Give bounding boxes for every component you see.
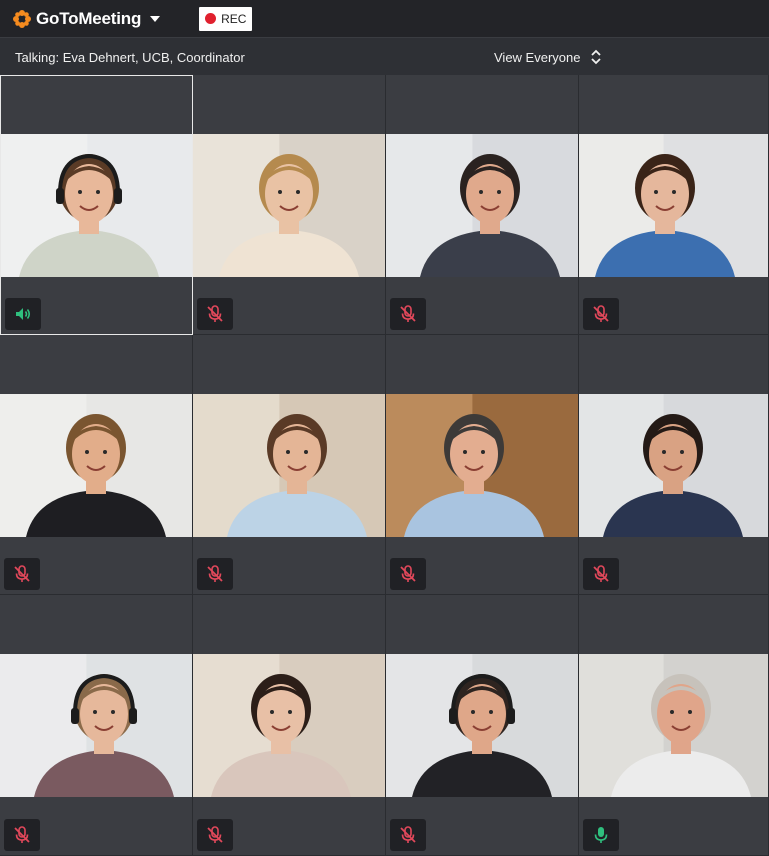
participant-video xyxy=(579,394,768,537)
mic-muted-indicator[interactable] xyxy=(197,558,233,590)
participant-video xyxy=(386,654,578,797)
participant-tile[interactable] xyxy=(193,75,386,335)
rec-label: REC xyxy=(221,11,247,26)
participant-video xyxy=(386,394,578,537)
mic-muted-indicator[interactable] xyxy=(390,298,426,330)
microphone-muted-icon xyxy=(14,565,30,582)
participant-video xyxy=(193,394,385,537)
microphone-muted-icon xyxy=(400,826,416,843)
microphone-muted-icon xyxy=(14,826,30,843)
participant-tile[interactable] xyxy=(386,595,579,856)
microphone-muted-icon xyxy=(400,565,416,582)
participant-tile[interactable] xyxy=(0,75,193,335)
talking-indicator: Talking: Eva Dehnert, UCB, Coordinator xyxy=(15,49,245,65)
microphone-muted-icon xyxy=(207,826,223,843)
view-selector[interactable]: View Everyone xyxy=(494,38,602,76)
microphone-muted-icon xyxy=(593,565,609,582)
participant-video xyxy=(193,134,385,277)
participant-silhouette xyxy=(579,134,735,277)
gotomeeting-logo-icon xyxy=(13,9,31,28)
microphone-muted-icon xyxy=(207,565,223,582)
participant-silhouette xyxy=(386,654,552,797)
participant-grid xyxy=(0,75,769,856)
participant-silhouette xyxy=(386,394,544,537)
mic-muted-indicator[interactable] xyxy=(4,558,40,590)
participant-tile[interactable] xyxy=(386,335,579,595)
app-title: GoToMeeting xyxy=(36,8,142,28)
participant-video xyxy=(193,654,385,797)
participant-tile[interactable] xyxy=(579,335,769,595)
view-label: View Everyone xyxy=(494,49,581,65)
participant-video xyxy=(1,134,192,277)
mic-muted-indicator[interactable] xyxy=(390,819,426,851)
participant-tile[interactable] xyxy=(386,75,579,335)
participant-tile[interactable] xyxy=(193,335,386,595)
record-dot-icon xyxy=(205,13,217,24)
participant-tile[interactable] xyxy=(579,75,769,335)
participant-silhouette xyxy=(0,394,166,537)
participant-tile[interactable] xyxy=(579,595,769,856)
participant-tile[interactable] xyxy=(0,595,193,856)
participant-video xyxy=(579,134,768,277)
mic-muted-indicator[interactable] xyxy=(197,298,233,330)
participant-silhouette xyxy=(193,394,367,537)
microphone-muted-icon xyxy=(593,305,609,322)
status-bar: Talking: Eva Dehnert, UCB, Coordinator V… xyxy=(0,37,769,76)
mic-muted-indicator[interactable] xyxy=(583,298,619,330)
participant-silhouette xyxy=(579,654,751,797)
microphone-muted-icon xyxy=(400,305,416,322)
participant-silhouette xyxy=(386,134,560,277)
participant-silhouette xyxy=(0,654,174,797)
mic-muted-indicator[interactable] xyxy=(583,558,619,590)
up-down-chevron-icon xyxy=(591,49,602,65)
participant-silhouette xyxy=(1,134,159,277)
participant-video xyxy=(0,654,192,797)
chevron-down-icon xyxy=(150,15,161,22)
mic-muted-indicator[interactable] xyxy=(390,558,426,590)
participant-video xyxy=(386,134,578,277)
mic-muted-indicator[interactable] xyxy=(197,819,233,851)
top-bar: GoToMeeting REC xyxy=(0,0,769,37)
participant-silhouette xyxy=(579,394,743,537)
recording-badge[interactable]: REC xyxy=(199,6,253,31)
mic-muted-indicator[interactable] xyxy=(4,819,40,851)
mic-active-indicator[interactable] xyxy=(583,819,619,851)
speaker-volume-icon xyxy=(16,308,31,320)
participant-video xyxy=(579,654,768,797)
participant-video xyxy=(0,394,192,537)
participant-silhouette xyxy=(193,134,359,277)
app-menu[interactable]: GoToMeeting xyxy=(12,9,161,29)
speaker-indicator[interactable] xyxy=(5,298,41,330)
microphone-icon xyxy=(594,827,608,843)
participant-tile[interactable] xyxy=(193,595,386,856)
participant-tile[interactable] xyxy=(0,335,193,595)
microphone-muted-icon xyxy=(207,305,223,322)
participant-silhouette xyxy=(193,654,351,797)
